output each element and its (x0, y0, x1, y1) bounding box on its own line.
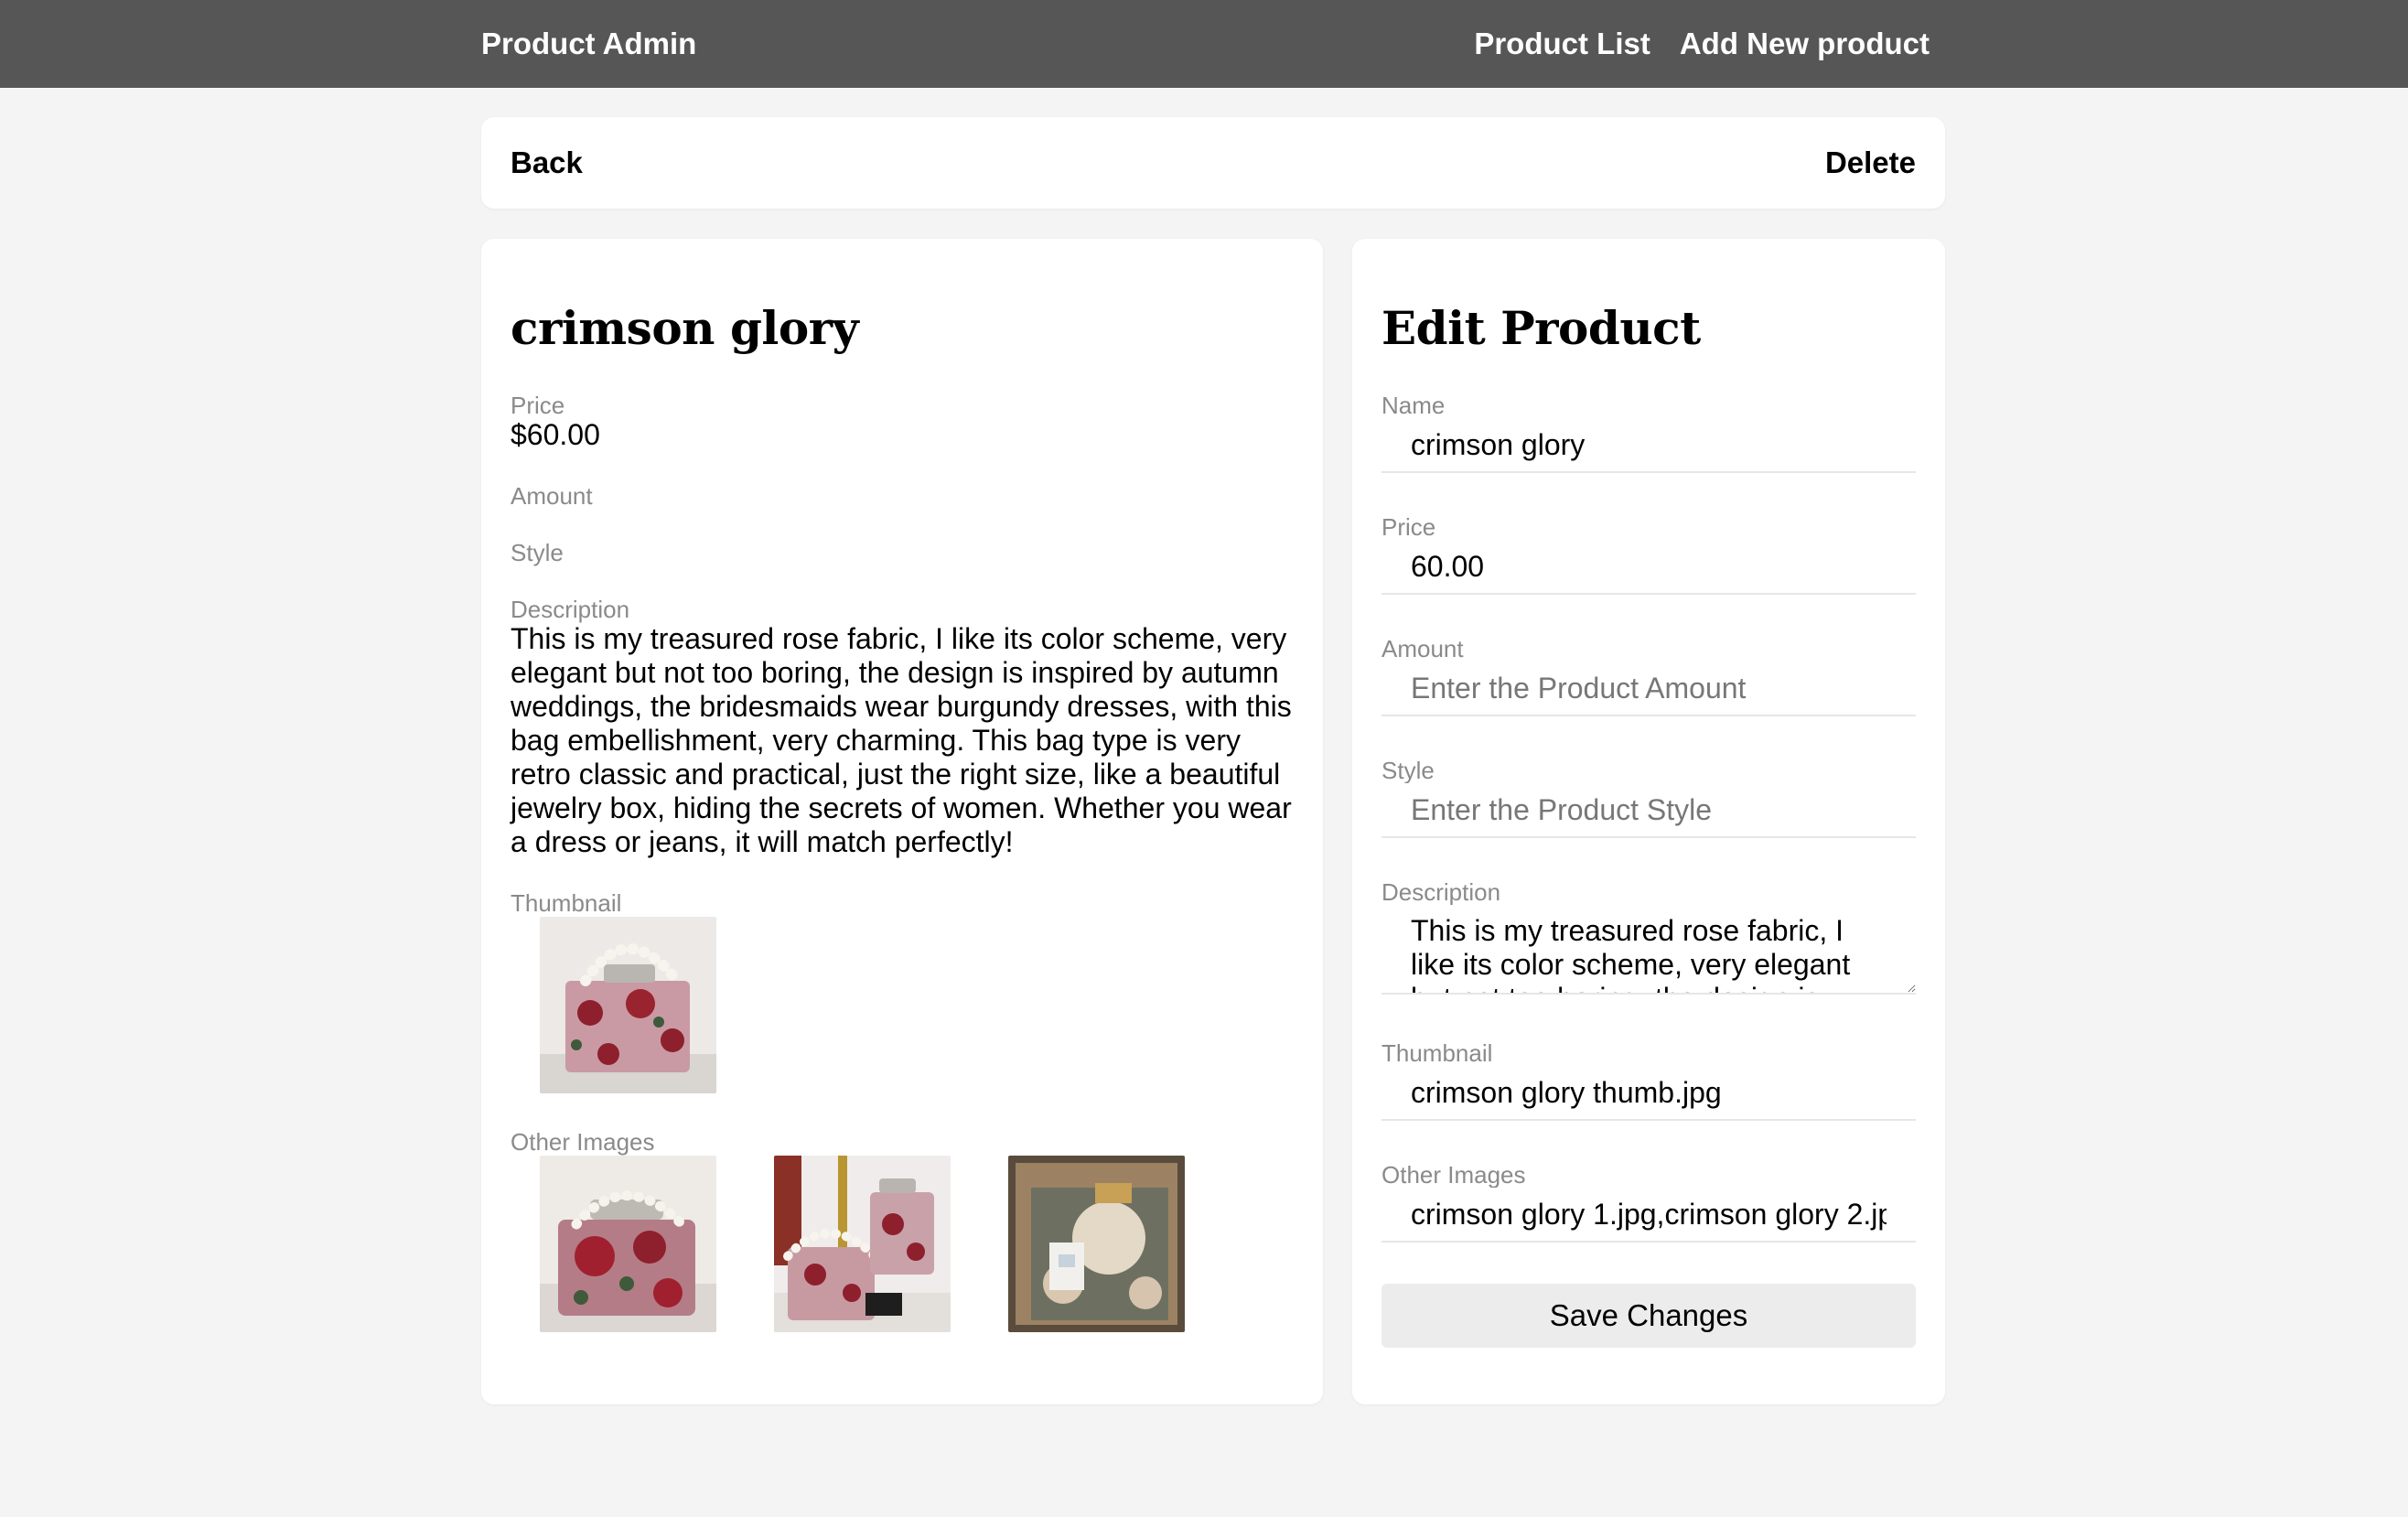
description-field-label: Description (1381, 878, 1501, 906)
amount-label: Amount (511, 482, 593, 510)
amount-field-label: Amount (1381, 635, 1464, 662)
brand-title[interactable]: Product Admin (481, 0, 696, 88)
nav-product-list[interactable]: Product List (1474, 27, 1650, 61)
description-label: Description (511, 596, 630, 623)
save-changes-button[interactable]: Save Changes (1381, 1284, 1916, 1348)
top-navbar: Product Admin Product List Add New produ… (0, 0, 2408, 88)
style-label: Style (511, 539, 564, 566)
description-text: This is my treasured rose fabric, I like… (511, 622, 1292, 858)
action-bar: Back Delete (481, 117, 1945, 209)
thumbnail-input[interactable] (1381, 1066, 1916, 1121)
edit-product-card: Edit Product Name Price Amount Style Des… (1352, 239, 1945, 1404)
name-input[interactable] (1381, 418, 1916, 473)
style-field-label: Style (1381, 757, 1435, 784)
price-input[interactable] (1381, 540, 1916, 595)
style-input[interactable] (1381, 783, 1916, 838)
other-images-input[interactable] (1381, 1188, 1916, 1243)
edit-heading: Edit Product (1381, 301, 1701, 355)
thumbnail-field-label: Thumbnail (1381, 1039, 1493, 1067)
other-images-label: Other Images (511, 1128, 655, 1156)
thumbnail-image[interactable] (540, 917, 716, 1093)
nav-add-new-product[interactable]: Add New product (1680, 27, 1930, 61)
product-title: crimson glory (511, 301, 859, 355)
price-value: $60.00 (511, 418, 600, 451)
price-label: Price (511, 392, 565, 419)
delete-button[interactable]: Delete (1825, 117, 1916, 209)
product-detail-card: crimson glory Price $60.00 Amount Style … (481, 239, 1323, 1404)
other-image-2[interactable] (774, 1156, 951, 1332)
main-nav: Product List Add New product (1474, 0, 1930, 88)
name-field-label: Name (1381, 392, 1446, 419)
thumbnail-label: Thumbnail (511, 889, 622, 917)
other-images-field-label: Other Images (1381, 1161, 1526, 1189)
amount-input[interactable] (1381, 662, 1916, 716)
back-button[interactable]: Back (511, 117, 583, 209)
price-field-label: Price (1381, 513, 1436, 541)
description-textarea[interactable]: This is my treasured rose fabric, I like… (1381, 905, 1916, 995)
other-image-1[interactable] (540, 1156, 716, 1332)
other-image-3[interactable] (1008, 1156, 1185, 1332)
